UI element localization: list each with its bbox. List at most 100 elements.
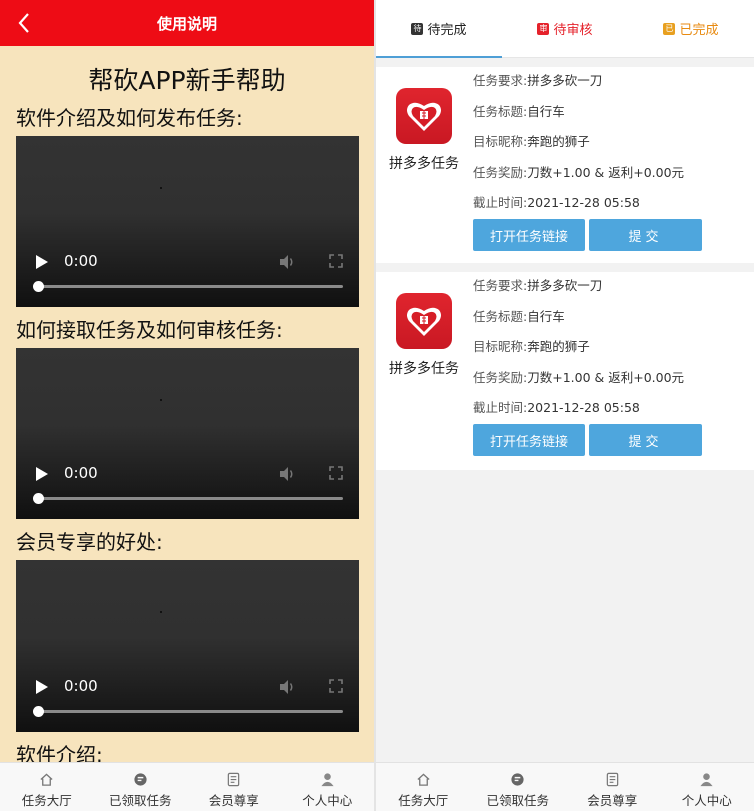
task-info: 任务要求: 拼多多砍一刀 任务标题: 自行车 目标昵称: 奔跑的狮子 任务奖励: 刀数+…	[473, 73, 684, 226]
progress-knob[interactable]	[33, 281, 44, 292]
tab-pending[interactable]: 待 待完成	[376, 0, 502, 58]
help-panel: 使用说明 帮砍APP新手帮助 软件介绍及如何发布任务: 0:00 如何接取任务及…	[0, 0, 374, 811]
back-icon[interactable]	[12, 8, 36, 38]
task-icon	[511, 773, 524, 786]
task-status-tabs: 待 待完成 审 待审核 已 已完成	[376, 0, 754, 58]
section-title-accept: 如何接取任务及如何审核任务:	[16, 318, 283, 342]
task-icon	[134, 773, 147, 786]
pinduoduo-logo-icon	[396, 293, 452, 349]
volume-icon[interactable]	[278, 465, 296, 483]
fullscreen-icon[interactable]	[329, 679, 343, 693]
video-progress[interactable]	[33, 281, 343, 292]
tab-vip[interactable]: 会员尊享	[565, 763, 660, 811]
video-time: 0:00	[64, 677, 98, 695]
tab-task-hall[interactable]: 任务大厅	[0, 763, 94, 811]
volume-icon[interactable]	[278, 678, 296, 696]
task-title: 任务标题: 自行车	[473, 104, 684, 135]
video-progress[interactable]	[33, 706, 343, 717]
tab-label: 个人中心	[681, 793, 732, 808]
submit-button[interactable]: 提交	[589, 424, 702, 456]
target-nickname: 目标昵称: 奔跑的狮子	[473, 339, 684, 370]
home-icon	[40, 773, 53, 786]
progress-knob[interactable]	[33, 493, 44, 504]
target-nickname: 目标昵称: 奔跑的狮子	[473, 134, 684, 165]
tab-received-tasks[interactable]: 已领取任务	[94, 763, 188, 811]
field-key: 目标昵称:	[473, 134, 528, 149]
tab-received-tasks[interactable]: 已领取任务	[471, 763, 566, 811]
tab-task-hall[interactable]: 任务大厅	[376, 763, 471, 811]
video-time: 0:00	[64, 252, 98, 270]
video-player-intro[interactable]: 0:00	[16, 136, 359, 307]
video-controls: 0:00	[16, 237, 359, 307]
fullscreen-icon[interactable]	[329, 254, 343, 268]
field-value: 拼多多砍一刀	[527, 278, 603, 293]
video-player-accept[interactable]: 0:00	[16, 348, 359, 519]
tab-label: 任务大厅	[398, 793, 449, 808]
tasks-panel: 待 待完成 审 待审核 已 已完成 拼多多任务 任务要求: 拼多多砍一刀 任务标…	[376, 0, 754, 811]
section-title-intro: 软件介绍及如何发布任务:	[16, 106, 243, 130]
field-key: 目标昵称:	[473, 339, 528, 354]
review-badge-icon: 审	[537, 22, 550, 35]
tab-label: 待完成	[427, 23, 467, 38]
done-badge-icon: 已	[663, 22, 676, 35]
card-actions: 打开任务链接 提交	[473, 424, 702, 456]
vip-icon	[606, 772, 619, 787]
tab-vip[interactable]: 会员尊享	[187, 763, 281, 811]
bottom-tabbar: 任务大厅 已领取任务 会员尊享 个人中心	[376, 762, 754, 811]
task-requirement: 任务要求: 拼多多砍一刀	[473, 73, 684, 104]
tab-completed[interactable]: 已 已完成	[628, 0, 754, 57]
play-icon[interactable]	[35, 254, 49, 270]
task-card: 拼多多任务 任务要求: 拼多多砍一刀 任务标题: 自行车 目标昵称: 奔跑的狮子 任务…	[376, 67, 754, 263]
field-value: 奔跑的狮子	[527, 339, 590, 354]
video-progress[interactable]	[33, 493, 343, 504]
field-value: 自行车	[527, 103, 565, 119]
field-key: 任务要求:	[473, 73, 528, 88]
progress-knob[interactable]	[33, 706, 44, 717]
task-card: 拼多多任务 任务要求: 拼多多砍一刀 任务标题: 自行车 目标昵称: 奔跑的狮子 任务…	[376, 272, 754, 470]
field-key: 任务标题:	[473, 103, 528, 119]
video-dot	[160, 611, 162, 613]
field-key: 任务标题:	[473, 308, 528, 324]
field-key: 任务要求:	[473, 278, 528, 293]
vip-icon	[227, 772, 240, 787]
app-name: 拼多多任务	[389, 156, 459, 172]
play-icon[interactable]	[35, 679, 49, 695]
pending-badge-icon: 待	[411, 22, 424, 35]
field-value: 刀数+1.00 & 返利+0.00元	[527, 164, 685, 180]
video-controls: 0:00	[16, 662, 359, 732]
open-task-link-button[interactable]: 打开任务链接	[473, 219, 585, 251]
submit-button[interactable]: 提交	[589, 219, 702, 251]
task-info: 任务要求: 拼多多砍一刀 任务标题: 自行车 目标昵称: 奔跑的狮子 任务奖励: 刀数+…	[473, 278, 684, 431]
tab-label: 任务大厅	[21, 793, 72, 808]
task-title: 任务标题: 自行车	[473, 309, 684, 340]
video-time: 0:00	[64, 464, 98, 482]
app-name: 拼多多任务	[389, 361, 459, 377]
field-value: 拼多多砍一刀	[527, 73, 603, 88]
play-icon[interactable]	[35, 466, 49, 482]
open-task-link-button[interactable]: 打开任务链接	[473, 424, 585, 456]
fullscreen-icon[interactable]	[329, 466, 343, 480]
field-key: 任务奖励:	[473, 164, 528, 180]
tab-label: 已领取任务	[108, 793, 172, 808]
pinduoduo-logo-icon	[396, 88, 452, 144]
help-heading: 帮砍APP新手帮助	[88, 66, 286, 95]
task-reward: 任务奖励: 刀数+1.00 & 返利+0.00元	[473, 370, 684, 401]
field-value: 自行车	[527, 308, 565, 324]
video-dot	[160, 399, 162, 401]
bottom-tabbar: 任务大厅 已领取任务 会员尊享 个人中心	[0, 762, 374, 811]
tab-reviewing[interactable]: 审 待审核	[502, 0, 628, 57]
tab-profile[interactable]: 个人中心	[660, 763, 754, 811]
tab-label: 已完成	[679, 23, 719, 38]
help-header: 使用说明	[0, 0, 374, 46]
field-value: 刀数+1.00 & 返利+0.00元	[527, 369, 685, 385]
field-value: 奔跑的狮子	[527, 134, 590, 149]
user-icon	[700, 773, 713, 787]
tab-label: 待审核	[553, 23, 593, 38]
volume-icon[interactable]	[278, 253, 296, 271]
tab-profile[interactable]: 个人中心	[281, 763, 375, 811]
tab-label: 个人中心	[302, 793, 353, 808]
video-player-vip[interactable]: 0:00	[16, 560, 359, 732]
video-controls: 0:00	[16, 449, 359, 519]
tab-label: 会员尊享	[208, 793, 259, 808]
help-content: 帮砍APP新手帮助 软件介绍及如何发布任务: 0:00 如何接取任务及如何审核任…	[0, 65, 374, 768]
